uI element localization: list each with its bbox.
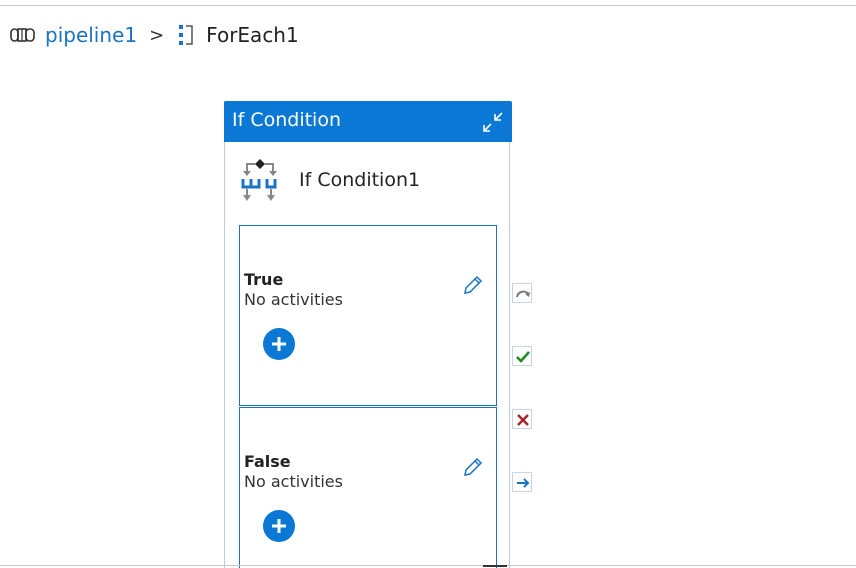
pencil-icon[interactable] xyxy=(462,274,484,296)
container-header: If Condition xyxy=(224,101,512,142)
branch-title: True xyxy=(244,270,284,289)
bottom-divider xyxy=(0,565,856,566)
arrow-right-icon[interactable] xyxy=(512,472,532,492)
activity-name: If Condition1 xyxy=(299,169,421,191)
if-condition-container[interactable]: If Condition If Condition1 True No activ… xyxy=(224,101,512,568)
x-icon[interactable] xyxy=(512,409,532,429)
breadcrumb-pipeline-link[interactable]: pipeline1 xyxy=(45,23,137,47)
plus-icon xyxy=(272,519,286,533)
skip-arrow-icon[interactable] xyxy=(512,283,532,303)
pencil-icon[interactable] xyxy=(462,456,484,478)
activity-row[interactable]: If Condition1 xyxy=(237,155,420,205)
if-condition-icon xyxy=(237,157,283,203)
container-title: If Condition xyxy=(232,109,341,131)
collapse-icon[interactable] xyxy=(480,109,506,135)
pipeline-canvas: pipeline1 > ForEach1 If Condition If Con… xyxy=(0,0,856,568)
branch-subtitle: No activities xyxy=(244,472,343,491)
add-activity-button[interactable] xyxy=(263,328,295,360)
true-branch: True No activities xyxy=(239,225,497,406)
branch-subtitle: No activities xyxy=(244,290,343,309)
pipeline-icon xyxy=(10,26,36,44)
branch-title: False xyxy=(244,452,291,471)
breadcrumb-current: ForEach1 xyxy=(206,23,299,47)
plus-icon xyxy=(272,337,286,351)
checkmark-icon[interactable] xyxy=(512,346,532,366)
breadcrumb-separator: > xyxy=(149,24,165,46)
scroll-handle[interactable] xyxy=(483,565,507,567)
foreach-icon xyxy=(178,24,194,46)
false-branch: False No activities xyxy=(239,407,497,568)
breadcrumb: pipeline1 > ForEach1 xyxy=(10,20,299,50)
top-divider xyxy=(0,5,856,6)
add-activity-button[interactable] xyxy=(263,510,295,542)
